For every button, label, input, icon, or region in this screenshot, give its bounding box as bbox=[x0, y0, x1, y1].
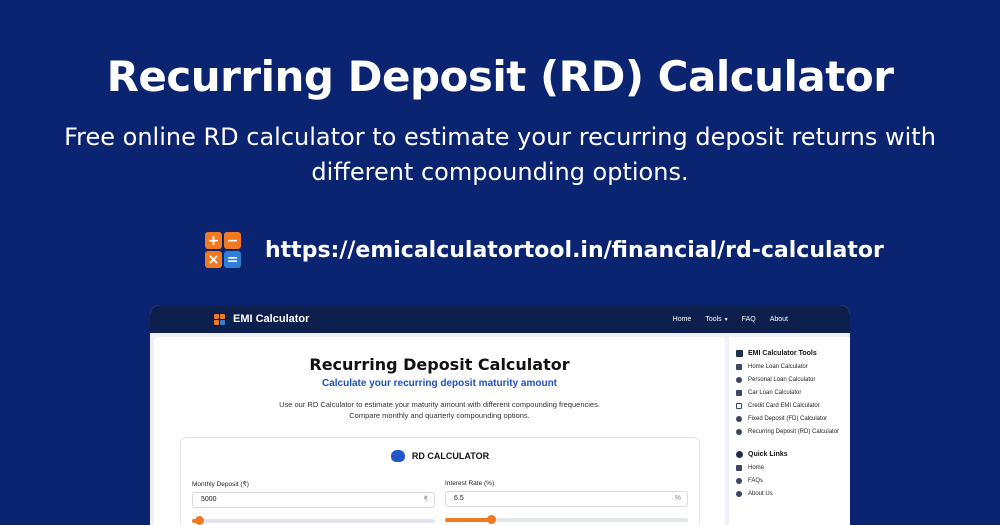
document-icon bbox=[736, 350, 743, 357]
sidebar-quick-list: Home FAQs About Us bbox=[729, 464, 850, 499]
monthly-deposit-slider[interactable] bbox=[192, 516, 435, 525]
page-subtitle: Free online RD calculator to estimate yo… bbox=[64, 123, 936, 186]
monthly-deposit-label: Monthly Deposit (₹) bbox=[192, 481, 249, 488]
nav-faq[interactable]: FAQ bbox=[742, 316, 756, 323]
car-icon bbox=[736, 390, 742, 396]
sidebar-item-fd[interactable]: Fixed Deposit (FD) Calculator bbox=[736, 415, 850, 424]
monthly-deposit-input[interactable]: 5000 ₹ bbox=[192, 492, 435, 508]
sidebar-tools-list: Home Loan Calculator Personal Loan Calcu… bbox=[729, 363, 850, 437]
slider-handle[interactable] bbox=[487, 515, 497, 524]
nav-home[interactable]: Home bbox=[673, 316, 692, 323]
sidebar-item-credit-card[interactable]: Credit Card EMI Calculator bbox=[736, 402, 850, 411]
nav-tools[interactable]: Tools ▾ bbox=[705, 316, 727, 323]
globe-icon bbox=[736, 451, 743, 458]
slider-handle[interactable] bbox=[195, 516, 205, 525]
interest-rate-label: Interest Rate (%) bbox=[445, 480, 495, 487]
site-preview: EMI Calculator Home Tools ▾ FAQ About Rec… bbox=[150, 305, 850, 525]
sidebar-item-car-loan[interactable]: Car Loan Calculator bbox=[736, 389, 850, 398]
rupee-icon: ₹ bbox=[423, 496, 428, 503]
page-title: Recurring Deposit (RD) Calculator bbox=[106, 52, 894, 101]
calculator-logo-icon: + − × = bbox=[205, 232, 241, 268]
calculator-title: Recurring Deposit Calculator bbox=[309, 355, 570, 374]
interest-rate-slider[interactable] bbox=[445, 515, 688, 524]
sidebar: EMI Calculator Tools Home Loan Calculato… bbox=[729, 337, 850, 525]
nav-about[interactable]: About bbox=[770, 316, 788, 323]
interest-rate-input[interactable]: 6.5 % bbox=[445, 491, 688, 507]
sidebar-quick-heading: Quick Links bbox=[729, 451, 850, 458]
sidebar-item-about-us[interactable]: About Us bbox=[736, 490, 850, 499]
calculator-panel: Recurring Deposit Calculator Calculate y… bbox=[154, 337, 725, 525]
piggy-bank-icon bbox=[736, 429, 742, 435]
piggy-bank-icon bbox=[736, 416, 742, 422]
card-title: RD CALCULATOR bbox=[411, 451, 490, 461]
nav-links: Home Tools ▾ FAQ About bbox=[659, 305, 788, 333]
question-icon bbox=[736, 478, 742, 484]
sidebar-tools-heading: EMI Calculator Tools bbox=[729, 350, 850, 357]
site-navbar: EMI Calculator Home Tools ▾ FAQ About bbox=[150, 305, 850, 333]
card-header: RD CALCULATOR bbox=[181, 450, 699, 462]
user-icon bbox=[736, 377, 742, 383]
sidebar-item-personal-loan[interactable]: Personal Loan Calculator bbox=[736, 376, 850, 385]
calculator-description: Use our RD Calculator to estimate your m… bbox=[279, 400, 600, 420]
piggy-bank-icon bbox=[390, 450, 405, 462]
monthly-deposit-field: Monthly Deposit (₹) 5000 ₹ bbox=[192, 480, 435, 525]
home-icon bbox=[736, 465, 742, 471]
rd-calculator-card: RD CALCULATOR Monthly Deposit (₹) 5000 ₹… bbox=[180, 437, 700, 525]
calculator-subtitle: Calculate your recurring deposit maturit… bbox=[321, 378, 558, 389]
credit-card-icon bbox=[736, 403, 742, 409]
brand-name[interactable]: EMI Calculator bbox=[233, 313, 309, 325]
sidebar-item-faqs[interactable]: FAQs bbox=[736, 477, 850, 486]
site-url[interactable]: https://emicalculatortool.in/financial/r… bbox=[265, 238, 884, 263]
calculator-logo-icon bbox=[214, 313, 225, 325]
percent-icon: % bbox=[674, 495, 681, 502]
chevron-down-icon: ▾ bbox=[724, 316, 728, 323]
home-icon bbox=[736, 364, 742, 370]
url-row: + − × = https://emicalculatortool.in/fin… bbox=[205, 232, 884, 268]
sidebar-item-home-loan[interactable]: Home Loan Calculator bbox=[736, 363, 850, 372]
interest-rate-field: Interest Rate (%) 6.5 % bbox=[445, 480, 688, 524]
sidebar-item-rd[interactable]: Recurring Deposit (RD) Calculator bbox=[736, 428, 850, 437]
sidebar-item-quick-home[interactable]: Home bbox=[736, 464, 850, 473]
info-icon bbox=[736, 491, 742, 497]
